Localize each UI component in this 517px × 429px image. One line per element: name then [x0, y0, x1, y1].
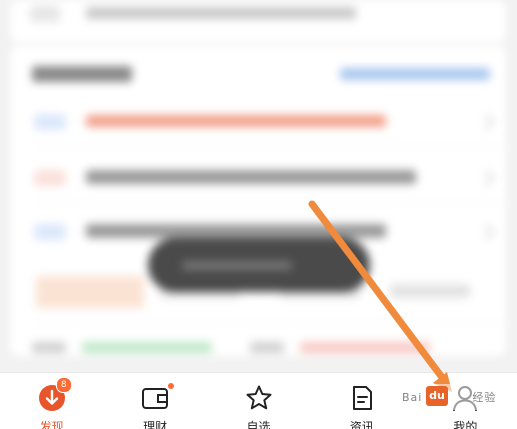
news-icon — [347, 383, 377, 413]
tab-wealth[interactable]: 理财 — [103, 373, 206, 429]
tab-watchlist-label: 自选 — [246, 420, 271, 429]
toast-message — [148, 238, 370, 292]
star-icon — [244, 383, 274, 413]
app-screen: 8 发现 理财 自选 资讯 我的 Bai 经验 du — [0, 0, 517, 429]
tab-discover[interactable]: 8 发现 — [0, 373, 103, 429]
watermark-brand: Bai — [402, 391, 423, 404]
tab-discover-label: 发现 — [39, 420, 64, 429]
tab-mine-label: 我的 — [453, 420, 478, 429]
top-card — [10, 0, 506, 42]
discover-icon: 8 — [37, 377, 72, 413]
wealth-dot-badge — [168, 383, 175, 389]
wallet-icon — [140, 383, 175, 413]
news-card — [10, 46, 506, 356]
tab-wealth-label: 理财 — [143, 420, 168, 429]
baidu-watermark: Bai 经验 du — [396, 384, 514, 410]
tab-watchlist[interactable]: 自选 — [207, 373, 310, 429]
blurred-content — [0, 0, 517, 372]
discover-badge: 8 — [55, 377, 72, 393]
baidu-logo-icon: du — [426, 386, 448, 406]
watermark-suffix: 经验 — [472, 391, 497, 404]
tab-news-label: 资讯 — [349, 420, 374, 429]
